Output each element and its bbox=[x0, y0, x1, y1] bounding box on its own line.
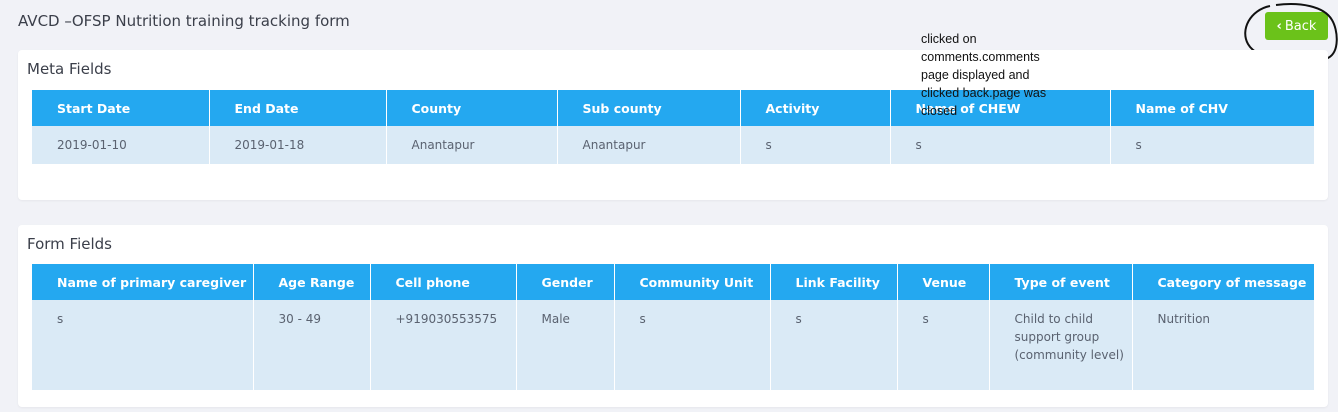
back-button-label: Back bbox=[1284, 18, 1317, 34]
column-header[interactable]: End Date bbox=[209, 90, 387, 126]
table-row: 2019-01-10 2019-01-18 Anantapur Anantapu… bbox=[32, 126, 1314, 164]
column-header[interactable]: Start Date bbox=[32, 90, 210, 126]
column-header[interactable]: Activity bbox=[740, 90, 891, 126]
column-header[interactable]: Name of primary caregiver bbox=[32, 264, 254, 300]
table-cell: s bbox=[890, 126, 1111, 164]
table-cell: 30 - 49 bbox=[253, 300, 371, 390]
table-cell: s bbox=[740, 126, 891, 164]
column-header[interactable]: Type of event bbox=[989, 264, 1133, 300]
form-fields-title: Form Fields bbox=[27, 235, 112, 253]
table-header-row: Start Date End Date County Sub county Ac… bbox=[32, 90, 1314, 126]
table-cell: s bbox=[770, 300, 898, 390]
annotation-note: clicked on comments.comments page displa… bbox=[921, 32, 1047, 118]
column-header[interactable]: Cell phone bbox=[370, 264, 517, 300]
table-cell: Anantapur bbox=[386, 126, 558, 164]
table-cell: 2019-01-18 bbox=[209, 126, 387, 164]
table-cell: s bbox=[897, 300, 990, 390]
column-header[interactable]: Community Unit bbox=[614, 264, 771, 300]
meta-fields-card: Meta Fields Start Date End Date County S… bbox=[18, 50, 1328, 200]
column-header[interactable]: Name of CHV bbox=[1110, 90, 1314, 126]
table-cell: +919030553575 bbox=[370, 300, 517, 390]
meta-fields-title: Meta Fields bbox=[27, 60, 112, 78]
table-cell: 2019-01-10 bbox=[32, 126, 210, 164]
column-header[interactable]: Gender bbox=[516, 264, 615, 300]
table-row: s 30 - 49 +919030553575 Male s s s Child… bbox=[32, 300, 1314, 390]
column-header[interactable]: Age Range bbox=[253, 264, 371, 300]
column-header[interactable]: Link Facility bbox=[770, 264, 898, 300]
table-cell: Nutrition bbox=[1132, 300, 1314, 390]
form-fields-card: Form Fields Name of primary caregiver Ag… bbox=[18, 225, 1328, 407]
form-fields-table: Name of primary caregiver Age Range Cell… bbox=[32, 264, 1314, 390]
back-button[interactable]: ‹ Back bbox=[1265, 12, 1328, 40]
page-title: AVCD –OFSP Nutrition training tracking f… bbox=[18, 12, 350, 30]
table-header-row: Name of primary caregiver Age Range Cell… bbox=[32, 264, 1314, 300]
meta-fields-table: Start Date End Date County Sub county Ac… bbox=[32, 90, 1314, 164]
column-header[interactable]: Sub county bbox=[557, 90, 741, 126]
column-header[interactable]: Category of message bbox=[1132, 264, 1314, 300]
column-header[interactable]: Venue bbox=[897, 264, 990, 300]
table-cell: Anantapur bbox=[557, 126, 741, 164]
table-cell: Male bbox=[516, 300, 615, 390]
column-header[interactable]: County bbox=[386, 90, 558, 126]
chevron-left-icon: ‹ bbox=[1276, 18, 1282, 34]
table-cell: s bbox=[1110, 126, 1314, 164]
table-cell: s bbox=[32, 300, 254, 390]
table-cell: Child to child support group (community … bbox=[989, 300, 1133, 390]
table-cell: s bbox=[614, 300, 771, 390]
